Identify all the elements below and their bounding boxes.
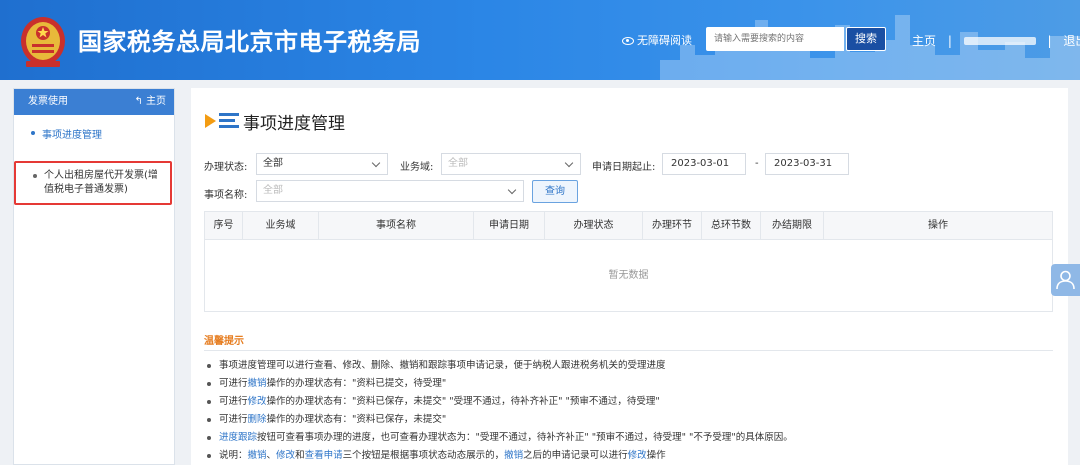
search-input[interactable] — [706, 27, 844, 51]
home-link[interactable]: 主页 — [912, 32, 936, 49]
column-header: 操作 — [928, 220, 948, 231]
sidebar-title: 发票使用 — [28, 96, 68, 107]
tips-title: 温馨提示 — [204, 336, 244, 347]
item-name-select[interactable]: 全部 — [256, 180, 524, 202]
top-links: 主页 | | 退出 — [912, 32, 1080, 49]
search-button[interactable]: 搜索 — [846, 27, 886, 51]
column-header: 业务域 — [243, 212, 319, 239]
customer-service-float-button[interactable] — [1051, 264, 1080, 296]
chevron-down-icon — [564, 158, 574, 168]
modify-link[interactable]: 修改 — [248, 396, 267, 407]
top-header: 国家税务总局北京市电子税务局 无障碍阅读 搜索 主页 | | 退出 — [0, 0, 1080, 80]
sidebar-item-progress-management[interactable]: 事项进度管理 — [14, 126, 174, 141]
end-date-input[interactable]: 2023-03-31 — [765, 153, 849, 175]
column-header: 事项名称 — [319, 212, 474, 239]
logout-link[interactable]: 退出 — [1063, 32, 1080, 49]
modify-link[interactable]: 修改 — [276, 450, 295, 461]
eye-icon — [622, 37, 634, 45]
item-name-label: 事项名称: — [204, 190, 248, 201]
status-label: 办理状态: — [204, 162, 248, 173]
revoke-link[interactable]: 撤销 — [248, 450, 267, 461]
column-header: 办理状态 — [545, 212, 643, 239]
user-support-icon — [1056, 270, 1075, 290]
domain-label: 业务域: — [400, 162, 434, 173]
status-select[interactable]: 全部 — [256, 153, 388, 175]
sidebar-home-link[interactable]: ↰ 主页 — [134, 89, 166, 115]
tip-item: 可进行删除操作的办理状态有："资料已保存，未提交" — [207, 411, 1057, 429]
progress-tracking-link[interactable]: 进度跟踪 — [219, 432, 257, 443]
date-separator: - — [755, 158, 759, 169]
sidebar-item-label: 事项进度管理 — [42, 130, 102, 141]
divider — [204, 350, 1053, 351]
query-button[interactable]: 查询 — [532, 180, 578, 203]
tip-item: 可进行修改操作的办理状态有："资料已保存，未提交" "受理不通过，待补齐补正" … — [207, 393, 1057, 411]
revoke-link[interactable]: 撤销 — [248, 378, 267, 389]
status-select-value: 全部 — [263, 158, 283, 169]
accessibility-reading-link[interactable]: 无障碍阅读 — [622, 32, 692, 48]
bullet-icon — [33, 174, 37, 178]
tip-item: 进度跟踪按钮可查看事项办理的进度，也可查看办理状态为："受理不通过，待补齐补正"… — [207, 429, 1057, 447]
list-icon — [205, 108, 239, 134]
bullet-icon — [31, 131, 35, 135]
domain-select[interactable]: 全部 — [441, 153, 581, 175]
separator: | — [947, 33, 952, 48]
site-title: 国家税务总局北京市电子税务局 — [78, 28, 421, 56]
column-header: 办理环节 — [643, 212, 702, 239]
modify-link[interactable]: 修改 — [628, 450, 647, 461]
tip-item: 可进行撤销操作的办理状态有："资料已提交，待受理" — [207, 375, 1057, 393]
column-header: 申请日期 — [474, 212, 545, 239]
separator: | — [1047, 33, 1052, 48]
sidebar-header: 发票使用 ↰ 主页 — [14, 89, 174, 115]
tip-item: 说明：撤销、修改和查看申请三个按钮是根据事项状态动态展示的，撤销之后的申请记录可… — [207, 447, 1057, 465]
sidebar: 发票使用 ↰ 主页 事项进度管理 个人出租房屋代开发票(增值税电子普通发票) — [13, 88, 175, 465]
domain-select-value: 全部 — [448, 158, 468, 169]
table-header: 序号 业务域 事项名称 申请日期 办理状态 办理环节 总环节数 办结期限 操作 — [205, 212, 1052, 240]
empty-state-text: 暂无数据 — [608, 270, 649, 281]
sidebar-item-rental-invoice[interactable]: 个人出租房屋代开发票(增值税电子普通发票) — [14, 161, 172, 205]
tax-emblem-logo — [21, 17, 65, 67]
revoke-link[interactable]: 撤销 — [504, 450, 523, 461]
username-redacted — [963, 36, 1036, 45]
tip-item: 事项进度管理可以进行查看、修改、删除、撤销和跟踪事项申请记录，便于纳税人跟进税务… — [207, 357, 1057, 375]
progress-table: 序号 业务域 事项名称 申请日期 办理状态 办理环节 总环节数 办结期限 操作 … — [204, 211, 1053, 312]
column-header: 总环节数 — [702, 212, 761, 239]
column-header: 序号 — [205, 212, 243, 239]
main-panel: 事项进度管理 办理状态: 全部 业务域: 全部 申请日期起止: 2023-03-… — [191, 88, 1068, 465]
tips-list: 事项进度管理可以进行查看、修改、删除、撤销和跟踪事项申请记录，便于纳税人跟进税务… — [207, 357, 1057, 465]
delete-link[interactable]: 删除 — [248, 414, 267, 425]
chevron-down-icon — [507, 185, 517, 195]
item-name-select-value: 全部 — [263, 185, 283, 196]
sidebar-item-label: 个人出租房屋代开发票(增值税电子普通发票) — [44, 170, 158, 195]
view-application-link[interactable]: 查看申请 — [305, 450, 343, 461]
page-title-row: 事项进度管理 — [205, 108, 345, 134]
start-date-input[interactable]: 2023-03-01 — [662, 153, 746, 175]
date-range-label: 申请日期起止: — [592, 162, 656, 173]
chevron-down-icon — [371, 158, 381, 168]
column-header: 办结期限 — [761, 212, 824, 239]
accessibility-label: 无障碍阅读 — [637, 34, 692, 47]
page-title: 事项进度管理 — [243, 113, 345, 134]
